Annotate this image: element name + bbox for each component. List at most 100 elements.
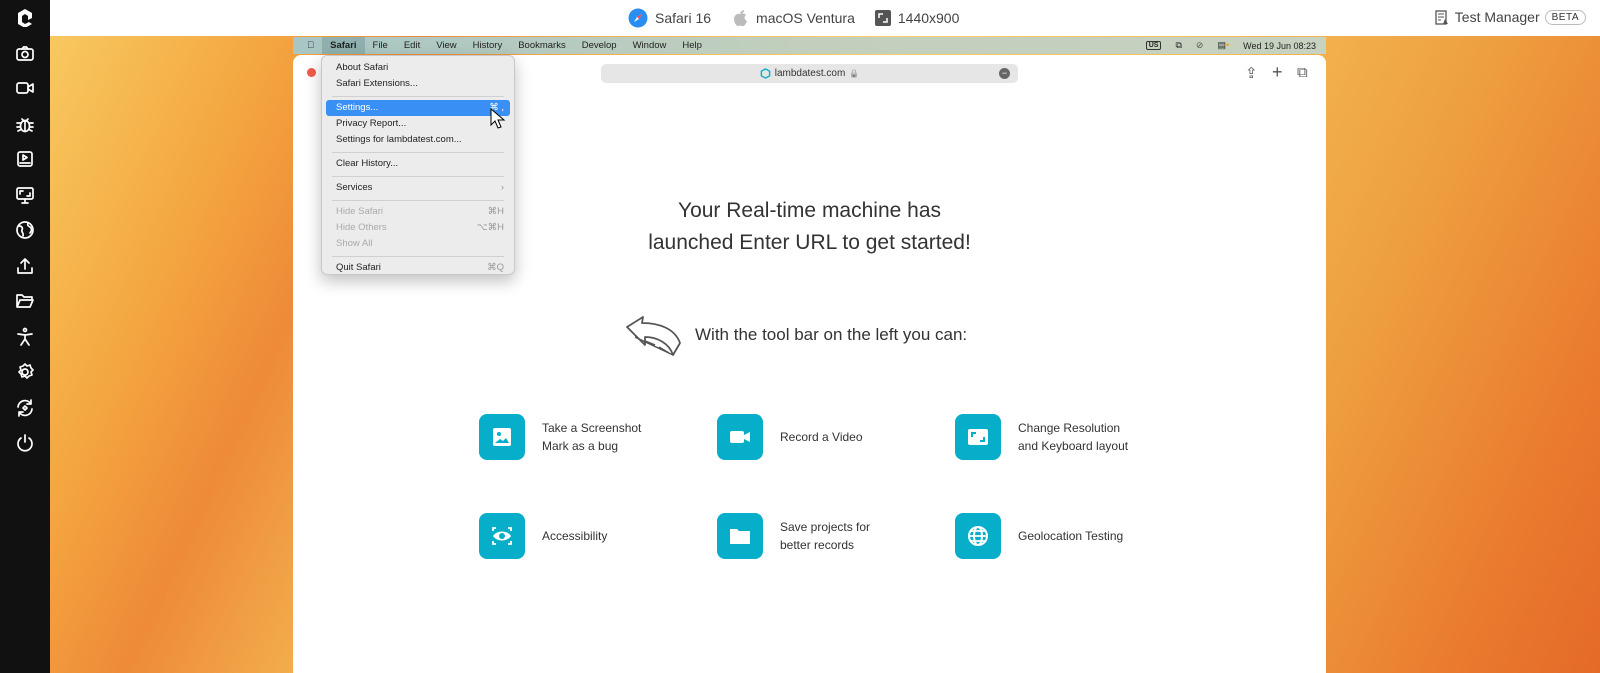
video-icon[interactable]: [13, 76, 37, 100]
feature-record-a-video: Record a Video: [717, 414, 863, 460]
bug-icon[interactable]: [13, 112, 37, 136]
globe-icon: [955, 513, 1001, 559]
menu-item-show-all: Show All: [326, 236, 510, 252]
resolution-icon: [955, 414, 1001, 460]
menu-item-shortcut: ⌘H: [487, 206, 504, 217]
os-info: macOS Ventura: [731, 8, 855, 28]
folder-icon[interactable]: [13, 289, 37, 313]
feature-line-2: and Keyboard layout: [1018, 439, 1129, 453]
menu-item-hide-others: Hide Others ⌥⌘H: [326, 220, 510, 236]
browser-version: Safari 16: [655, 10, 712, 26]
feature-line-1: Save projects for: [780, 520, 871, 534]
menu-item-settings[interactable]: Settings... ⌘ ,: [326, 100, 510, 116]
menubar-item-edit[interactable]: Edit: [396, 37, 428, 54]
menu-item-clear-history[interactable]: Clear History...: [326, 156, 510, 172]
site-favicon-icon: [760, 68, 771, 79]
menu-item-label: Settings...: [336, 102, 379, 113]
new-tab-icon[interactable]: +: [1272, 62, 1283, 83]
screen-mirroring-icon[interactable]: ⧉: [1175, 40, 1181, 51]
menu-separator: [332, 255, 504, 257]
menubar-item-safari[interactable]: Safari: [322, 37, 365, 54]
menubar-item-history[interactable]: History: [465, 37, 511, 54]
camera-icon[interactable]: [13, 41, 37, 65]
close-window-button[interactable]: [307, 68, 316, 77]
feature-line-1: Accessibility: [542, 529, 608, 543]
globe-icon[interactable]: [13, 218, 37, 242]
clock: Wed 19 Jun 08:23: [1243, 40, 1316, 51]
resolution-value: 1440x900: [897, 10, 960, 26]
folder-icon: [717, 513, 763, 559]
left-toolbar: [0, 0, 50, 673]
wifi-off-icon[interactable]: ⊘: [1196, 40, 1204, 51]
toolbar-intro: With the tool bar on the left you can:: [695, 325, 968, 344]
menu-separator: [332, 199, 504, 201]
accessibility-icon[interactable]: [13, 325, 37, 349]
share-icon[interactable]: ⇪: [1245, 64, 1258, 82]
feature-line-1: Change Resolution: [1018, 421, 1121, 435]
tab-overview-icon[interactable]: ⧉: [1297, 64, 1308, 81]
safari-icon: [628, 8, 648, 28]
test-manager-icon: [1435, 9, 1448, 25]
browser-info: Safari 16: [628, 8, 711, 28]
media-player-icon[interactable]: [13, 147, 37, 171]
menu-item-label: Clear History...: [336, 158, 399, 169]
control-center-icon[interactable]: ▤•: [1217, 40, 1229, 51]
keyboard-layout-indicator[interactable]: US: [1145, 41, 1162, 50]
menubar-item-view[interactable]: View: [428, 37, 464, 54]
lambdatest-logo-icon[interactable]: [13, 5, 37, 29]
menubar-item-bookmarks[interactable]: Bookmarks: [510, 37, 574, 54]
upload-icon[interactable]: [13, 254, 37, 278]
menu-item-shortcut: ⌥⌘H: [476, 222, 504, 233]
settings-gear-icon[interactable]: [13, 360, 37, 384]
menubar-item-file[interactable]: File: [365, 37, 396, 54]
menu-item-shortcut: ⌘Q: [487, 262, 504, 273]
feature-accessibility: Accessibility: [479, 513, 607, 559]
feature-line-1: Geolocation Testing: [1018, 529, 1124, 543]
menu-item-hide-safari: Hide Safari ⌘H: [326, 204, 510, 220]
feature-geolocation-testing: Geolocation Testing: [955, 513, 1123, 559]
menu-item-services[interactable]: Services ›: [326, 180, 510, 196]
address-bar[interactable]: lambdatest.com 🔒 −: [601, 64, 1018, 83]
top-bar: Safari 16 macOS Ventura 1440x900 Test Ma…: [50, 0, 1600, 36]
feature-line-2: Mark as a bug: [542, 439, 619, 453]
lock-icon: 🔒: [849, 69, 860, 78]
apple-icon: [734, 10, 748, 27]
feature-change-resolution: Change Resolution and Keyboard layout: [955, 414, 1128, 460]
menubar-item-window[interactable]: Window: [625, 37, 675, 54]
menu-item-label: Settings for lambdatest.com...: [336, 134, 462, 145]
feature-line-2: better records: [780, 538, 855, 552]
menu-item-safari-extensions[interactable]: Safari Extensions...: [326, 76, 510, 92]
menu-item-shortcut: ›: [500, 182, 504, 193]
feature-text: Accessibility: [542, 527, 607, 545]
resolution-info: 1440x900: [874, 10, 960, 26]
menu-item-quit-safari[interactable]: Quit Safari ⌘Q: [326, 260, 510, 276]
feature-text: Take a Screenshot Mark as a bug: [542, 419, 641, 455]
switch-session-icon[interactable]: [13, 396, 37, 420]
power-icon[interactable]: [13, 431, 37, 455]
beta-badge: BETA: [1544, 9, 1586, 25]
test-manager-button[interactable]: Test Manager BETA: [1435, 9, 1586, 25]
resolution-monitor-icon[interactable]: [13, 183, 37, 207]
menu-item-label: Hide Safari: [336, 206, 383, 217]
menu-item-privacy-report[interactable]: Privacy Report...: [326, 116, 510, 132]
menu-item-label: Show All: [336, 238, 373, 249]
feature-text: Save projects for better records: [780, 518, 870, 554]
menu-item-label: Services: [336, 182, 373, 193]
menubar-item-help[interactable]: Help: [674, 37, 710, 54]
test-manager-label: Test Manager: [1454, 9, 1540, 25]
apple-menu-icon[interactable]: : [293, 37, 322, 54]
stop-loading-button[interactable]: −: [999, 68, 1010, 79]
menubar-item-develop[interactable]: Develop: [574, 37, 625, 54]
feature-take-a-screenshot: Take a Screenshot Mark as a bug: [479, 414, 641, 460]
menu-item-settings-for-lambdatest-com[interactable]: Settings for lambdatest.com...: [326, 132, 510, 148]
menu-separator: [332, 151, 504, 153]
menu-item-label: About Safari: [336, 62, 389, 73]
menu-item-label: Hide Others: [336, 222, 387, 233]
eye-icon: [479, 513, 525, 559]
video-icon: [717, 414, 763, 460]
menu-item-label: Privacy Report...: [336, 118, 407, 129]
menu-separator: [332, 175, 504, 177]
menu-separator: [332, 95, 504, 97]
sketch-arrow-icon: [626, 316, 681, 356]
menu-item-about-safari[interactable]: About Safari: [326, 60, 510, 76]
